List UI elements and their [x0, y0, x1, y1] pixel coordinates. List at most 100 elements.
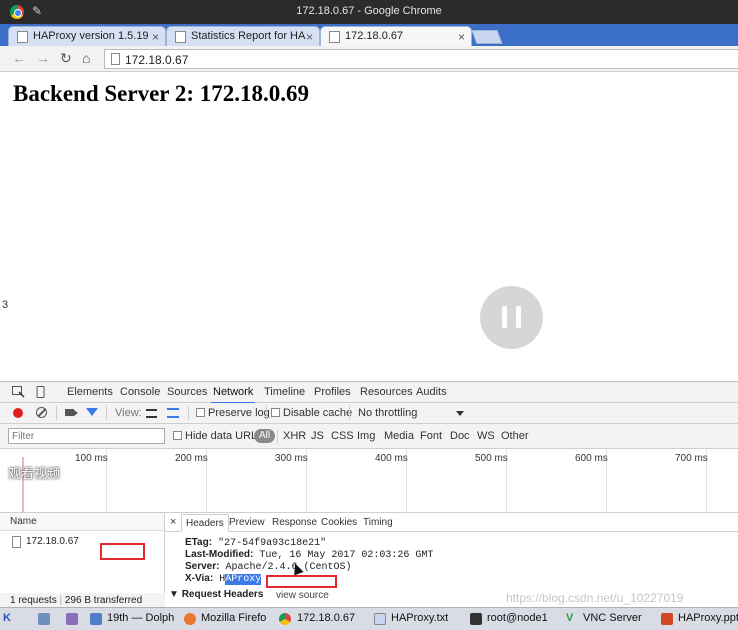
taskbar-item-firefox[interactable]: Mozilla Firefo	[201, 612, 266, 624]
page-heading: Backend Server 2: 172.18.0.69	[13, 81, 310, 106]
divider	[277, 430, 278, 444]
back-arrow-icon[interactable]: ←	[12, 50, 26, 66]
taskbar-item-haproxy-txt[interactable]: HAProxy.txt	[391, 612, 448, 624]
network-timeline-overview[interactable]: 100 ms 200 ms 300 ms 400 ms 500 ms 600 m…	[0, 449, 738, 513]
chevron-down-icon[interactable]	[456, 411, 464, 416]
large-rows-icon[interactable]	[146, 409, 157, 418]
filter-xhr-button[interactable]: XHR	[283, 430, 306, 442]
capture-screenshots-icon[interactable]	[65, 409, 78, 416]
detail-tab-cookies[interactable]: Cookies	[321, 517, 357, 528]
watermark: https://blog.csdn.net/u_10227019	[506, 591, 684, 605]
taskbar-item-haproxy-ppt[interactable]: HAProxy.ppt	[678, 612, 738, 624]
filter-all-button[interactable]: All	[254, 429, 276, 443]
window-title-bar: ✎ 172.18.0.67 - Google Chrome	[0, 0, 738, 24]
pause-overlay-button[interactable]	[480, 286, 543, 349]
hide-data-urls-checkbox[interactable]	[173, 431, 182, 440]
devtools-tab-bar: Elements Console Sources Network Timelin…	[0, 381, 738, 404]
app-icon[interactable]	[66, 613, 78, 625]
preserve-log-checkbox[interactable]	[196, 408, 205, 417]
detail-tab-headers[interactable]: Headers	[181, 514, 229, 532]
hide-data-urls-label: Hide data URLs	[185, 430, 263, 442]
devtools-tab-resources[interactable]: Resources	[360, 386, 413, 398]
close-tab-icon[interactable]: ×	[152, 30, 159, 44]
tab-active-page[interactable]: 172.18.0.67 ×	[320, 26, 472, 46]
detail-tab-preview[interactable]: Preview	[229, 517, 265, 528]
detail-tab-timing[interactable]: Timing	[363, 517, 393, 528]
taskbar-item-vnc[interactable]: VNC Server	[583, 612, 642, 624]
throttling-select[interactable]: No throttling	[358, 407, 417, 419]
filter-ws-button[interactable]: WS	[477, 430, 495, 442]
firefox-icon	[184, 613, 196, 625]
filter-css-button[interactable]: CSS	[331, 430, 354, 442]
header-name: X-Via:	[185, 573, 214, 584]
divider	[188, 406, 189, 420]
timeline-tick-label: 400 ms	[375, 453, 408, 464]
taskbar-item-chrome[interactable]: 172.18.0.67	[297, 612, 355, 624]
tab-statistics-report[interactable]: Statistics Report for HA ×	[166, 26, 320, 46]
header-name: Server:	[185, 561, 220, 572]
request-headers-label: Request Headers	[181, 589, 264, 600]
tab-haproxy-version[interactable]: HAProxy version 1.5.19 ×	[8, 26, 166, 46]
reload-icon[interactable]: ↻	[60, 50, 72, 67]
devtools-tab-audits[interactable]: Audits	[416, 386, 447, 398]
taskbar-item-dolphin[interactable]: 19th — Dolph	[107, 612, 174, 624]
annotation-red-box	[100, 543, 145, 560]
devtools-tab-elements[interactable]: Elements	[67, 386, 113, 398]
window-title: 172.18.0.67 - Google Chrome	[296, 5, 442, 17]
filter-img-button[interactable]: Img	[357, 430, 375, 442]
request-list-header[interactable]: Name	[0, 513, 164, 531]
response-header-etag: ETag: "27-54f9a93c18e21"	[185, 537, 326, 549]
close-tab-icon[interactable]: ×	[306, 30, 313, 44]
page-content: Backend Server 2: 172.18.0.69 3	[0, 73, 738, 381]
devtools-tab-profiles[interactable]: Profiles	[314, 386, 351, 398]
home-icon[interactable]: ⌂	[82, 50, 90, 66]
network-status-bar: 1 requests | 296 B transferred	[0, 593, 165, 607]
browser-toolbar: ← → ↻ ⌂ 172.18.0.67	[0, 46, 738, 72]
app-icon[interactable]	[38, 613, 50, 625]
request-count: 1 requests	[10, 595, 57, 606]
kde-launcher-icon[interactable]: K	[3, 612, 11, 624]
address-url: 172.18.0.67	[125, 53, 189, 67]
detail-tab-response[interactable]: Response	[272, 517, 317, 528]
request-headers-section[interactable]: ▼ Request Headers	[169, 589, 263, 600]
filter-input[interactable]	[8, 428, 165, 444]
devtools-tab-sources[interactable]: Sources	[167, 386, 207, 398]
record-icon[interactable]	[13, 408, 23, 418]
clear-icon[interactable]	[36, 407, 47, 418]
forward-arrow-icon[interactable]: →	[36, 50, 50, 66]
chrome-icon	[279, 613, 291, 625]
overview-icon[interactable]	[167, 408, 179, 418]
devtools-tab-console[interactable]: Console	[120, 386, 160, 398]
device-mode-icon[interactable]	[34, 386, 47, 398]
network-filter-bar: Hide data URLs All XHR JS CSS Img Media …	[0, 424, 738, 449]
detail-tab-bar: × Headers Preview Response Cookies Timin…	[165, 513, 738, 532]
divider	[349, 406, 350, 420]
timeline-tick-label: 700 ms	[675, 453, 708, 464]
disable-cache-label: Disable cache	[283, 407, 353, 419]
header-value-selected[interactable]: AProxy	[225, 574, 262, 585]
filter-icon[interactable]	[86, 408, 98, 416]
tab-label: HAProxy version 1.5.19	[33, 30, 149, 42]
header-value: Tue, 16 May 2017 02:03:26 GMT	[259, 550, 434, 561]
view-label: View:	[115, 407, 142, 419]
pause-icon	[502, 306, 507, 328]
devtools-tab-network[interactable]: Network	[210, 386, 256, 404]
filter-doc-button[interactable]: Doc	[450, 430, 470, 442]
new-tab-button[interactable]	[471, 30, 503, 44]
close-icon[interactable]: ×	[170, 516, 176, 528]
response-header-x-via: X-Via: HAProxy	[185, 573, 262, 585]
taskbar-item-terminal[interactable]: root@node1	[487, 612, 548, 624]
inspect-element-icon[interactable]	[12, 386, 25, 398]
filter-media-button[interactable]: Media	[384, 430, 414, 442]
presentation-icon	[661, 613, 673, 625]
filter-other-button[interactable]: Other	[501, 430, 529, 442]
tab-label: Statistics Report for HA	[191, 30, 306, 42]
filter-js-button[interactable]: JS	[311, 430, 324, 442]
close-tab-icon[interactable]: ×	[458, 30, 465, 44]
devtools-tab-timeline[interactable]: Timeline	[264, 386, 305, 398]
disable-cache-checkbox[interactable]	[271, 408, 280, 417]
view-source-link[interactable]: view source	[276, 590, 329, 601]
text-file-icon	[374, 613, 386, 625]
filter-font-button[interactable]: Font	[420, 430, 442, 442]
address-bar[interactable]: 172.18.0.67	[104, 49, 738, 69]
